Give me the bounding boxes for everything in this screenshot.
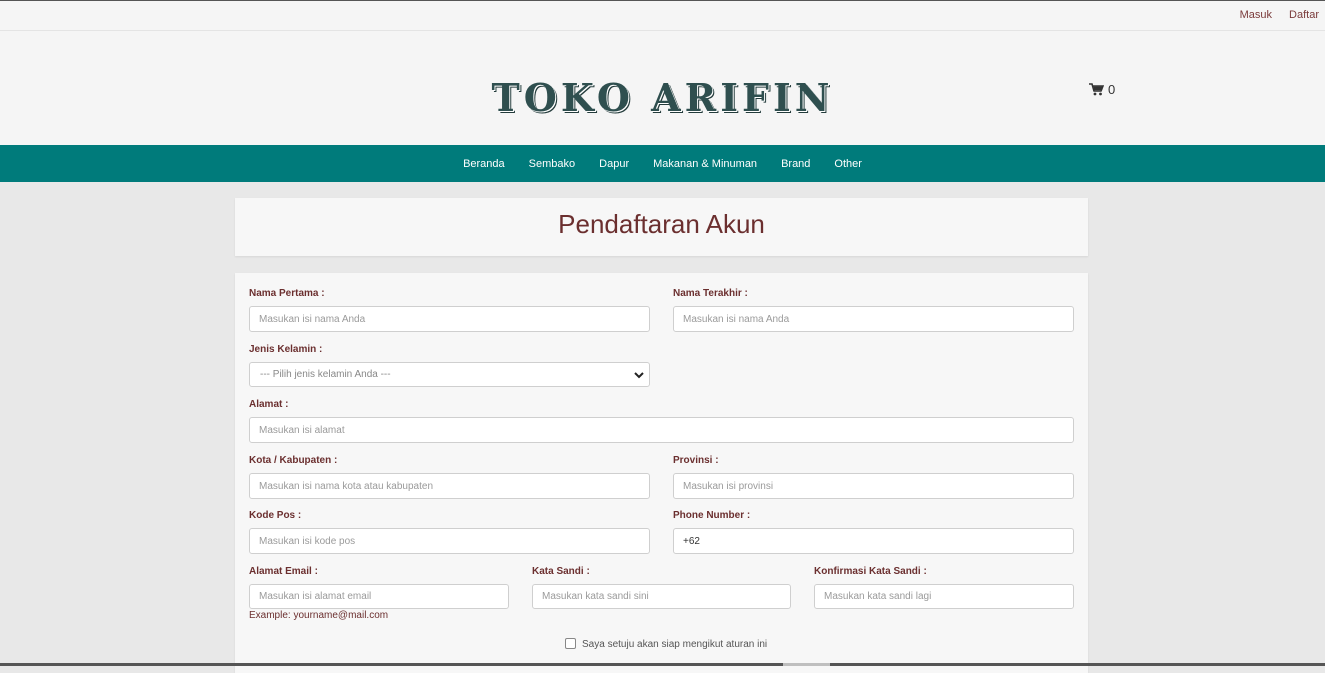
postal-code-input[interactable] (249, 528, 650, 554)
nav-item-makanan-minuman[interactable]: Makanan & Minuman (653, 158, 757, 170)
confirm-password-label: Konfirmasi Kata Sandi : (814, 566, 927, 577)
city-label: Kota / Kabupaten : (249, 455, 338, 466)
email-input[interactable] (249, 584, 509, 609)
gender-selected-value: --- Pilih jenis kelamin Anda --- (260, 369, 391, 380)
chevron-down-icon (634, 372, 644, 379)
page-title-card: Pendaftaran Akun (235, 198, 1088, 256)
nav-item-sembako[interactable]: Sembako (529, 158, 575, 170)
province-input[interactable] (673, 473, 1074, 499)
login-link[interactable]: Masuk (1240, 9, 1272, 21)
site-logo[interactable]: TOKO ARIFIN (0, 75, 1325, 120)
confirm-password-input[interactable] (814, 584, 1074, 609)
nav-item-other[interactable]: Other (834, 158, 862, 170)
terms-label: Saya setuju akan siap mengikut aturan in… (582, 639, 768, 650)
last-name-label: Nama Terakhir : (673, 288, 748, 299)
account-links: Masuk Daftar (1226, 9, 1319, 21)
city-input[interactable] (249, 473, 650, 499)
first-name-input[interactable] (249, 306, 650, 332)
gender-select[interactable]: --- Pilih jenis kelamin Anda --- (249, 362, 650, 387)
last-name-input[interactable] (673, 306, 1074, 332)
nav-item-beranda[interactable]: Beranda (463, 158, 505, 170)
email-hint: Example: yourname@mail.com (249, 610, 389, 621)
terms-agreement[interactable]: Saya setuju akan siap mengikut aturan in… (565, 638, 767, 650)
register-link[interactable]: Daftar (1289, 9, 1319, 21)
address-input[interactable] (249, 417, 1074, 443)
address-label: Alamat : (249, 399, 289, 410)
password-label: Kata Sandi : (532, 566, 590, 577)
province-label: Provinsi : (673, 455, 719, 466)
top-bar: Masuk Daftar (0, 0, 1325, 31)
terms-checkbox[interactable] (565, 638, 576, 649)
phone-input[interactable] (673, 528, 1074, 554)
gender-label: Jenis Kelamin : (249, 344, 323, 355)
email-label: Alamat Email : (249, 566, 318, 577)
shopping-cart-icon (1089, 83, 1105, 96)
postal-code-label: Kode Pos : (249, 510, 302, 521)
nav-item-dapur[interactable]: Dapur (599, 158, 629, 170)
cart-button[interactable]: 0 (1089, 82, 1115, 97)
nav-item-brand[interactable]: Brand (781, 158, 810, 170)
first-name-label: Nama Pertama : (249, 288, 325, 299)
main-nav: Beranda Sembako Dapur Makanan & Minuman … (0, 145, 1325, 182)
page-title: Pendaftaran Akun (558, 209, 765, 239)
phone-label: Phone Number : (673, 510, 751, 521)
password-input[interactable] (532, 584, 791, 609)
site-header: TOKO ARIFIN 0 (0, 31, 1325, 145)
cart-count: 0 (1108, 82, 1116, 97)
